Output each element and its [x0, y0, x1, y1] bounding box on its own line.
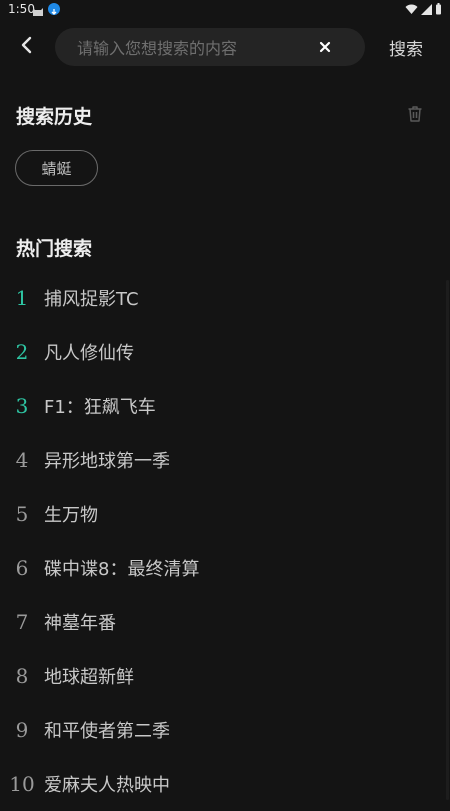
status-bar: 1:50	[0, 0, 450, 20]
hot-search-title: 碟中谍8：最终清算	[44, 559, 200, 580]
hot-search-title: 地球超新鲜	[44, 667, 134, 688]
hot-search-item[interactable]: 1 捕风捉影TC	[0, 271, 450, 325]
hot-search-item[interactable]: 6 碟中谍8：最终清算	[0, 541, 450, 595]
status-indicators	[405, 3, 442, 15]
hot-search-title: 和平使者第二季	[44, 721, 170, 742]
hot-search-item[interactable]: 10 爱麻夫人热映中	[0, 757, 450, 811]
hot-search-item[interactable]: 7 神墓年番	[0, 595, 450, 649]
scrollbar[interactable]	[446, 280, 449, 800]
top-bar: 搜索	[0, 20, 450, 72]
rank-number: 5	[15, 502, 29, 526]
rank-number: 3	[15, 394, 29, 418]
status-time: 1:50	[8, 2, 35, 16]
hot-search-item[interactable]: 5 生万物	[0, 487, 450, 541]
trash-icon	[408, 106, 422, 122]
rank-number: 8	[15, 664, 29, 688]
hot-search-list: 1 捕风捉影TC 2 凡人修仙传 3 F1：狂飙飞车 4 异形地球第一季 5 生…	[0, 271, 450, 811]
hot-search-item[interactable]: 9 和平使者第二季	[0, 703, 450, 757]
hot-search-item[interactable]: 4 异形地球第一季	[0, 433, 450, 487]
clear-history-button[interactable]	[405, 104, 425, 124]
hot-search-item[interactable]: 3 F1：狂飙飞车	[0, 379, 450, 433]
signal-icon	[421, 3, 432, 15]
hot-search-title: 爱麻夫人热映中	[44, 775, 170, 796]
hot-search-title: F1：狂飙飞车	[44, 397, 156, 418]
rank-number: 1	[15, 286, 29, 310]
hot-search-title: 捕风捉影TC	[44, 289, 139, 310]
battery-icon	[436, 3, 441, 15]
chevron-left-icon	[21, 36, 32, 54]
history-chip[interactable]: 蜻蜓	[15, 150, 98, 186]
close-icon	[319, 41, 331, 53]
hot-title: 热门搜索	[16, 238, 93, 260]
rank-number: 2	[15, 340, 29, 364]
hot-search-title: 异形地球第一季	[44, 451, 170, 472]
hot-search-item[interactable]: 8 地球超新鲜	[0, 649, 450, 703]
rank-number: 6	[15, 556, 29, 580]
hot-search-title: 神墓年番	[44, 613, 116, 634]
back-button[interactable]	[14, 32, 40, 58]
cat-notification-icon	[32, 3, 44, 16]
clear-search-button[interactable]	[317, 39, 333, 55]
download-notification-icon	[48, 3, 60, 15]
rank-number: 10	[9, 772, 35, 796]
wifi-icon	[405, 4, 418, 14]
search-input[interactable]	[75, 28, 309, 68]
rank-number: 7	[15, 610, 29, 634]
hot-search-title: 凡人修仙传	[44, 343, 134, 364]
history-title: 搜索历史	[16, 106, 93, 128]
rank-number: 4	[15, 448, 29, 472]
hot-search-item[interactable]: 2 凡人修仙传	[0, 325, 450, 379]
hot-search-title: 生万物	[44, 505, 98, 526]
search-box	[55, 28, 365, 68]
search-submit-button[interactable]: 搜索	[389, 35, 423, 60]
rank-number: 9	[15, 718, 29, 742]
